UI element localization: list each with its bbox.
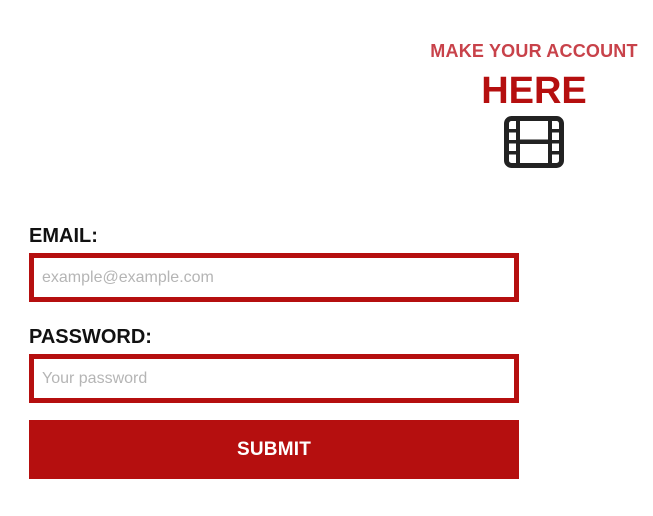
signup-form: EMAIL: PASSWORD: SUBMIT (29, 224, 519, 479)
field-spacer (29, 302, 519, 325)
film-icon (504, 116, 564, 168)
email-field[interactable] (29, 253, 519, 302)
email-label: EMAIL: (29, 225, 98, 247)
header-subtitle: MAKE YOUR ACCOUNT (430, 41, 638, 61)
password-label: PASSWORD: (29, 326, 152, 348)
signup-page: MAKE YOUR ACCOUNT HERE EMAIL: PASSWORD: … (0, 0, 653, 516)
header-title: HERE (481, 70, 587, 112)
password-field[interactable] (29, 354, 519, 403)
signup-header: MAKE YOUR ACCOUNT HERE (424, 40, 644, 168)
submit-button[interactable]: SUBMIT (29, 420, 519, 479)
